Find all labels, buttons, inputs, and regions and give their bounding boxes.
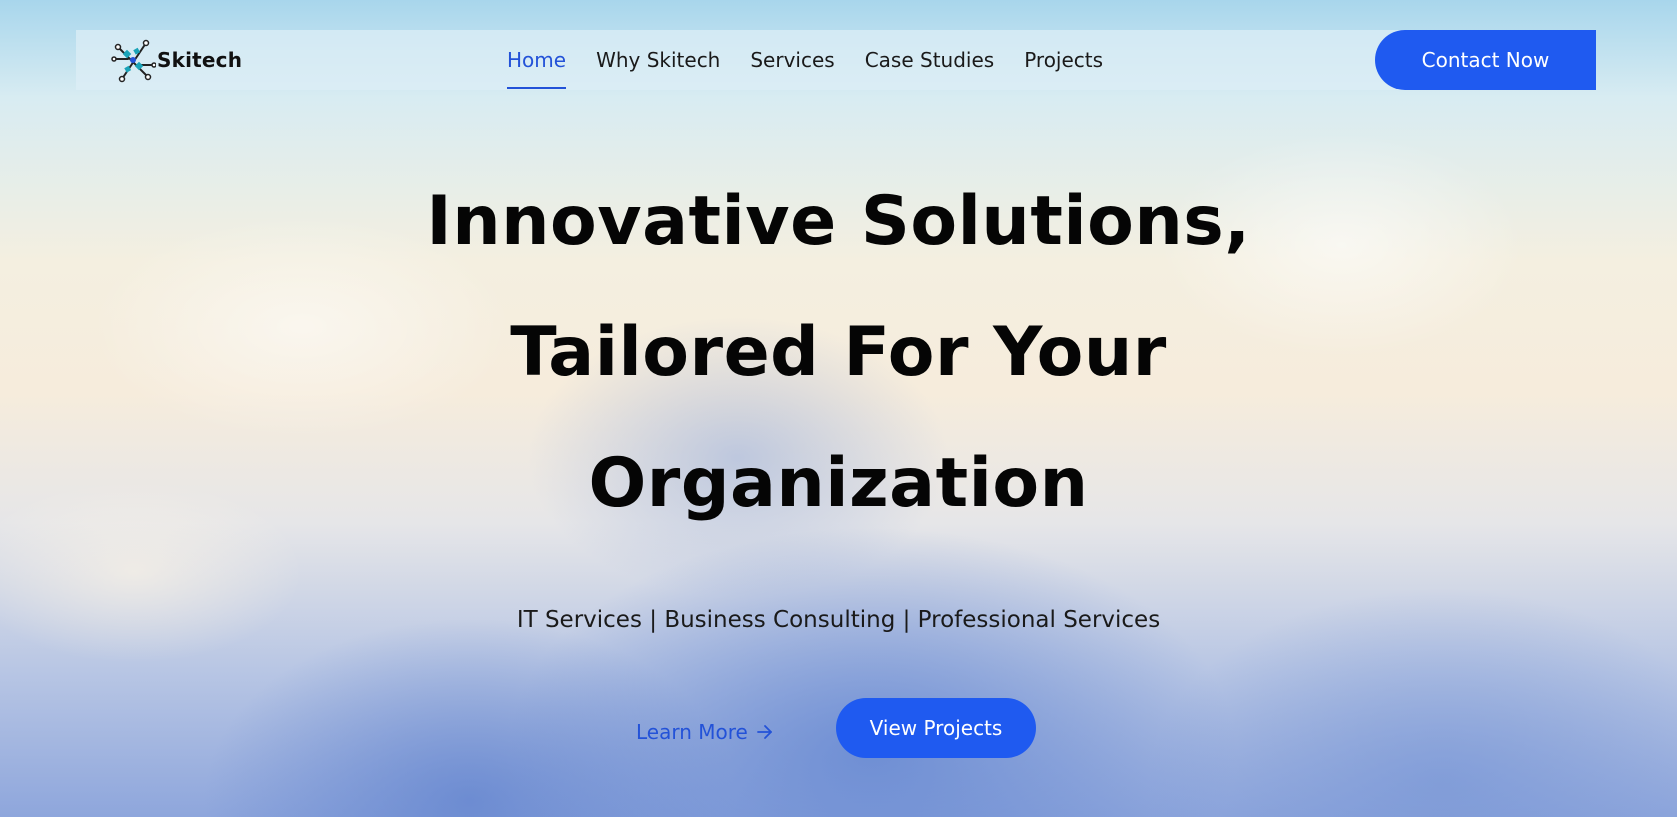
hero-title: Innovative Solutions, Tailored For Your … bbox=[0, 160, 1677, 553]
nav-item-projects[interactable]: Projects bbox=[1024, 30, 1103, 90]
nav-item-case-studies[interactable]: Case Studies bbox=[865, 30, 995, 90]
contact-now-button[interactable]: Contact Now bbox=[1375, 30, 1596, 90]
view-projects-button[interactable]: View Projects bbox=[836, 698, 1036, 758]
brand-name: Skitech bbox=[157, 48, 243, 72]
nav-item-why-skitech[interactable]: Why Skitech bbox=[596, 30, 720, 90]
hero-title-line-3: Organization bbox=[588, 444, 1089, 523]
learn-more-label: Learn More bbox=[636, 720, 748, 744]
hero-title-line-2: Tailored For Your bbox=[510, 313, 1167, 392]
page: Skitech Home Why Skitech Services Case S… bbox=[0, 0, 1677, 817]
main-nav: Home Why Skitech Services Case Studies P… bbox=[507, 30, 1133, 90]
learn-more-link[interactable]: Learn More bbox=[636, 720, 774, 744]
nav-item-home[interactable]: Home bbox=[507, 30, 567, 90]
logo[interactable]: Skitech bbox=[110, 36, 242, 84]
nav-item-services[interactable]: Services bbox=[750, 30, 834, 90]
hero-subtitle: IT Services | Business Consulting | Prof… bbox=[516, 607, 1161, 633]
hero-title-line-1: Innovative Solutions, bbox=[426, 182, 1251, 261]
arrow-right-icon bbox=[756, 725, 772, 739]
navbar: Skitech Home Why Skitech Services Case S… bbox=[76, 30, 1596, 90]
circuit-logo-icon bbox=[111, 39, 156, 83]
